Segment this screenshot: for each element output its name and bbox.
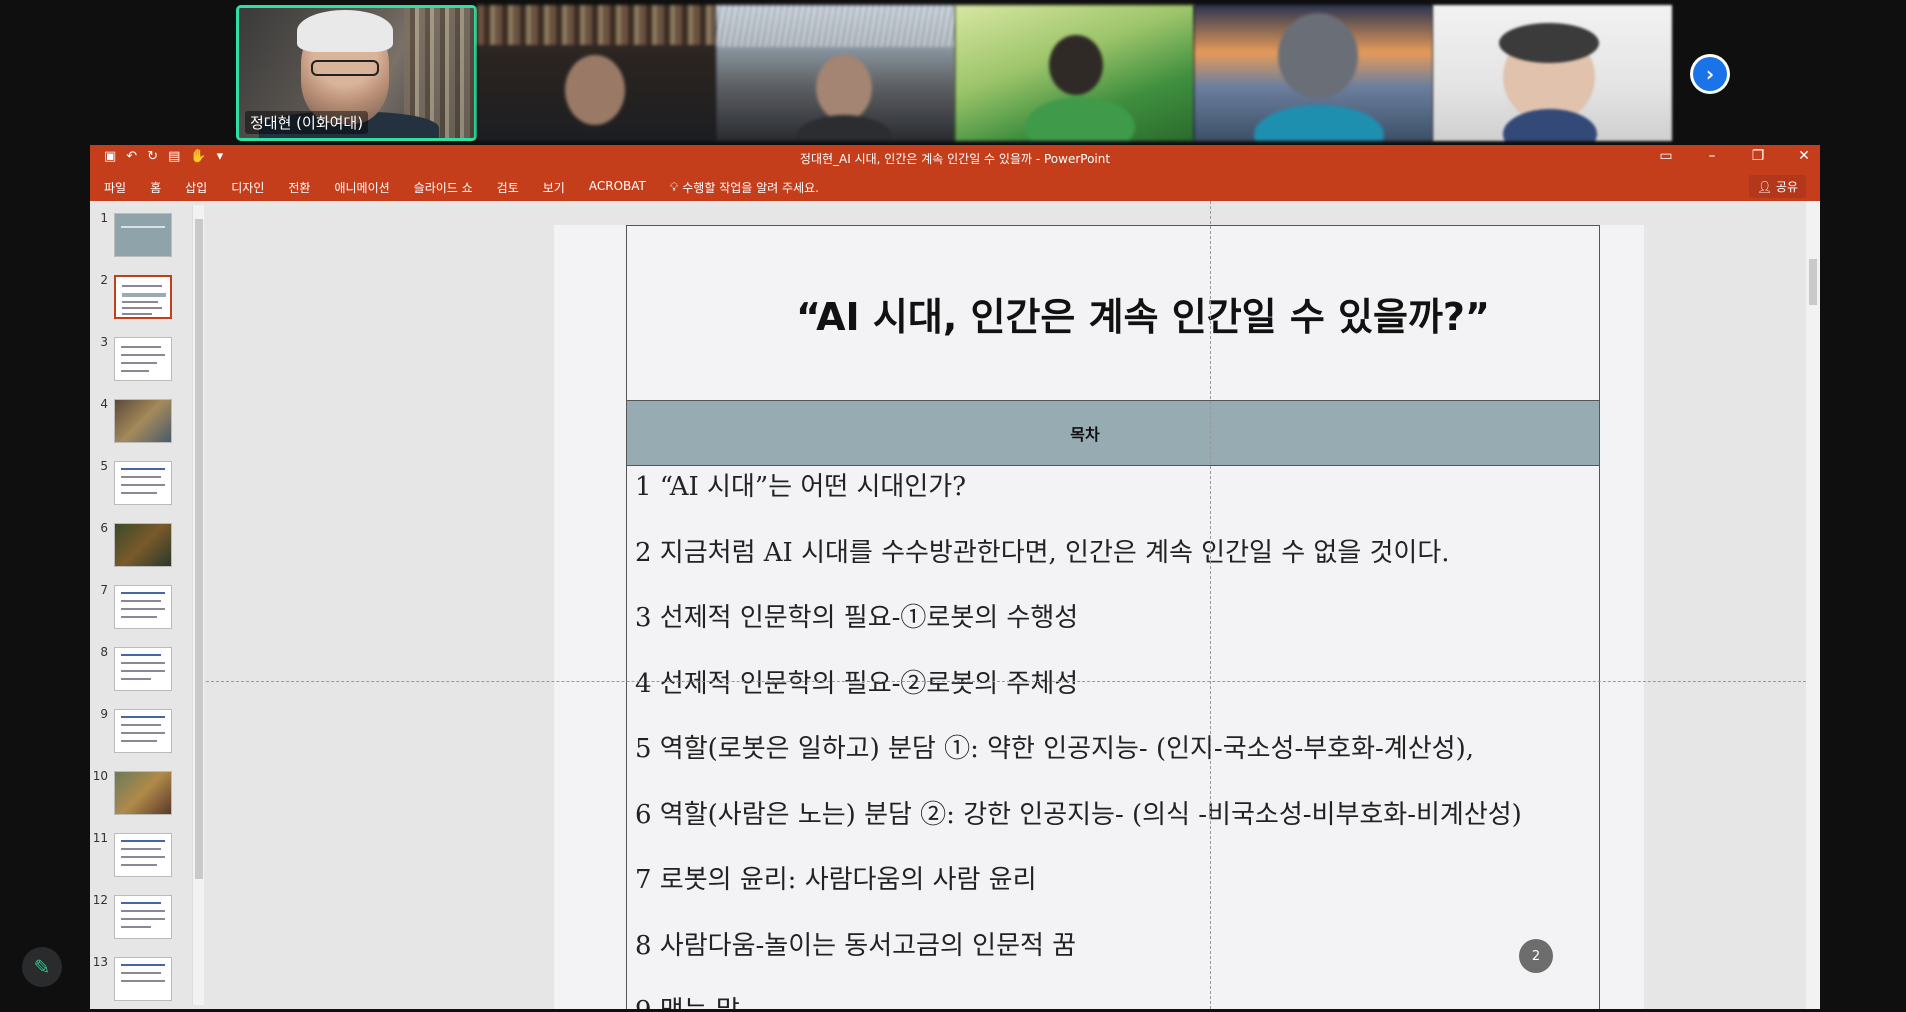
chevron-right-icon: › [1693,57,1727,91]
slide-title: “AI 시대, 인간은 계속 인간일 수 있을까?” [796,294,1490,339]
slide-thumbnail-selected[interactable]: 2 [90,273,190,323]
slide-title-cell[interactable]: “AI 시대, 인간은 계속 인간일 수 있을까?” [627,226,1599,401]
pencil-icon: ✎ [33,955,51,979]
tab-insert[interactable]: 삽입 [185,179,207,196]
close-icon[interactable]: ✕ [1796,148,1812,164]
share-button[interactable]: 👤︎ 공유 [1748,175,1806,198]
slide-thumbnail[interactable]: 10 [90,769,190,819]
slide-thumbnail[interactable]: 5 [90,459,190,509]
slide-thumbnail[interactable]: 4 [90,397,190,447]
tab-acrobat[interactable]: ACROBAT [589,179,646,196]
tab-design[interactable]: 디자인 [231,179,264,196]
restore-icon[interactable]: ❐ [1750,148,1766,164]
tab-slideshow[interactable]: 슬라이드 쇼 [414,179,473,196]
title-bar: ▣ ↶ ↻ ▤ ✋ ▾ 정대현_AI 시대, 인간은 계속 인간일 수 있을까 … [90,145,1820,171]
toc-table[interactable]: “AI 시대, 인간은 계속 인간일 수 있을까?” 목차 1 “AI 시대”는… [626,225,1600,1009]
participant-tile[interactable] [716,5,955,141]
toc-item[interactable]: 3 선제적 인문학의 필요-①로봇의 수행성 [635,601,1522,667]
thumbnails-scrollbar[interactable] [192,205,204,1005]
participant-tile[interactable] [1433,5,1672,141]
tab-home[interactable]: 홈 [150,179,161,196]
slide-thumbnail[interactable]: 3 [90,335,190,385]
window-controls: ▭ – ❐ ✕ [1658,148,1812,164]
participant-tile[interactable] [955,5,1194,141]
toc-item[interactable]: 4 선제적 인문학의 필요-②로봇의 주체성 [635,667,1522,733]
horizontal-guide [206,681,1806,682]
slide-thumbnail[interactable]: 11 [90,831,190,881]
editor-scrollbar[interactable] [1806,201,1820,1009]
toc-item[interactable]: 5 역할(로봇은 일하고) 분담 ①: 약한 인공지능- (인지-국소성-부호화… [635,732,1522,798]
ribbon: 파일 홈 삽입 디자인 전환 애니메이션 슬라이드 쇼 검토 보기 ACROBA… [90,171,1820,201]
toc-header: 목차 [1070,425,1100,444]
slide[interactable]: “AI 시대, 인간은 계속 인간일 수 있을까?” 목차 1 “AI 시대”는… [554,225,1644,1009]
minimize-icon[interactable]: – [1704,148,1720,164]
toc-item[interactable]: 9 맺는 말 [635,994,1522,1009]
toc-list: 1 “AI 시대”는 어떤 시대인가? 2 지금처럼 AI 시대를 수수방관한다… [635,470,1522,1009]
slide-thumbnail[interactable]: 7 [90,583,190,633]
participant-name: 정대현 (이화여대) [245,111,369,134]
share-label: 공유 [1775,180,1798,194]
toc-item[interactable]: 2 지금처럼 AI 시대를 수수방관한다면, 인간은 계속 인간일 수 없을 것… [635,536,1522,602]
toc-item[interactable]: 6 역할(사람은 노는) 분담 ②: 강한 인공지능- (의식 -비국소성-비부… [635,798,1522,864]
slide-thumbnail[interactable]: 8 [90,645,190,695]
slide-page-number: 2 [1519,939,1553,973]
slide-thumbnail[interactable]: 6 [90,521,190,571]
participant-tile[interactable] [1194,5,1433,141]
slide-thumbnail[interactable]: 1 [90,211,190,261]
gallery-next-button[interactable]: › [1690,54,1730,94]
participant-tile[interactable] [477,5,716,141]
vertical-guide [1210,201,1211,1009]
slide-thumbnail[interactable]: 9 [90,707,190,757]
powerpoint-window: ▣ ↶ ↻ ▤ ✋ ▾ 정대현_AI 시대, 인간은 계속 인간일 수 있을까 … [90,145,1820,1009]
toc-item[interactable]: 7 로봇의 윤리: 사람다움의 사람 윤리 [635,863,1522,929]
video-gallery: 정대현 (이화여대) [236,5,1672,141]
lightbulb-icon: 💡︎ [669,180,679,194]
ribbon-tabs: 파일 홈 삽입 디자인 전환 애니메이션 슬라이드 쇼 검토 보기 ACROBA… [104,179,819,196]
tab-animations[interactable]: 애니메이션 [334,179,389,196]
slide-editor: “AI 시대, 인간은 계속 인간일 수 있을까?” 목차 1 “AI 시대”는… [206,201,1806,1009]
slide-thumbnail[interactable]: 13 [90,955,190,1005]
window-title: 정대현_AI 시대, 인간은 계속 인간일 수 있을까 - PowerPoint [799,152,1111,166]
tab-transitions[interactable]: 전환 [288,179,310,196]
tab-file[interactable]: 파일 [104,179,126,196]
tell-me-label: 수행할 작업을 알려 주세요. [682,181,819,195]
user-icon: 👤︎ [1756,180,1773,194]
ribbon-display-icon[interactable]: ▭ [1658,148,1674,164]
slide-thumbnail[interactable]: 12 [90,893,190,943]
slide-thumbnails-pane: 1 2 3 4 5 6 7 8 9 10 11 12 13 [90,201,198,1009]
annotate-pen-button[interactable]: ✎ [22,947,62,987]
tab-view[interactable]: 보기 [543,179,565,196]
participant-tile-active[interactable]: 정대현 (이화여대) [236,5,477,141]
toc-item[interactable]: 1 “AI 시대”는 어떤 시대인가? [635,470,1522,536]
toc-item[interactable]: 8 사람다움-놀이는 동서고금의 인문적 꿈 [635,929,1522,995]
toc-header-cell[interactable]: 목차 [627,401,1599,466]
tab-review[interactable]: 검토 [497,179,519,196]
tell-me-box[interactable]: 💡︎ 수행할 작업을 알려 주세요. [670,179,819,196]
